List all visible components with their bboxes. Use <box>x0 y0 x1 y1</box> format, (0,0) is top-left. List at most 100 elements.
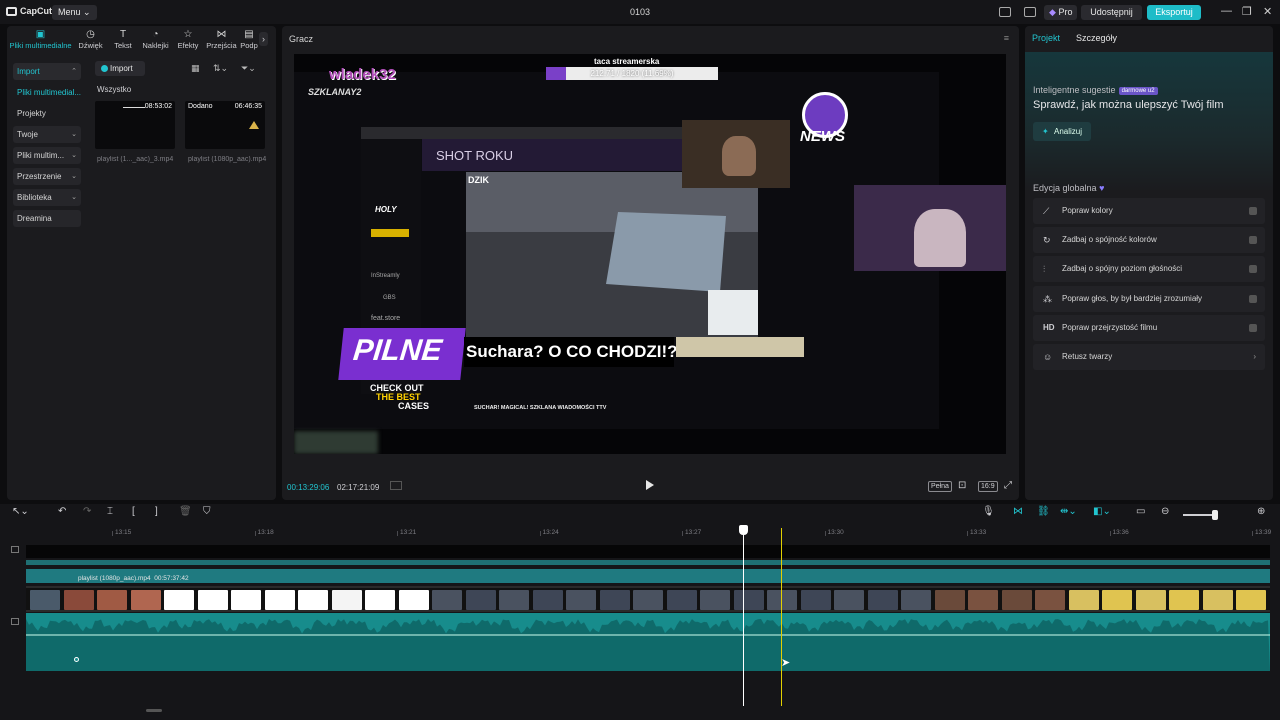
filter-icon[interactable]: ⏷⌄ <box>241 63 256 74</box>
thumbnail-preview <box>123 107 145 108</box>
microphone-icon[interactable]: 🎙 <box>982 506 995 517</box>
toggle[interactable] <box>1249 207 1257 215</box>
video-frame-thumbnail <box>1035 590 1065 610</box>
trim-left-icon[interactable]: [ <box>132 506 135 517</box>
analyze-button[interactable]: ✦ Analizuj <box>1033 122 1091 141</box>
free-badge: darmowe u2 <box>1118 86 1158 95</box>
timeline-scrollbar[interactable] <box>146 709 162 712</box>
video-frame-thumbnail <box>1001 590 1032 610</box>
video-frame-thumbnail <box>231 590 261 610</box>
global-edit-item[interactable]: HD Popraw przejrzystość filmu <box>1033 315 1265 341</box>
menu-button[interactable]: Menu ⌄ <box>52 5 97 20</box>
transitions-icon: ⋈ <box>216 29 227 40</box>
share-label: Udostępnij <box>1090 7 1133 17</box>
timecode-toggle-icon[interactable] <box>390 481 402 490</box>
media-thumbnail[interactable]: 08:53:02 <box>95 101 175 149</box>
share-button[interactable]: Udostępnij <box>1081 5 1142 20</box>
video-preview[interactable]: wladek32 taca streamerska 212.71 / 1820 … <box>294 54 1006 454</box>
tab-effects[interactable]: ☆ Efekty <box>172 26 204 54</box>
caption-track-icon[interactable]: ▭ <box>1136 506 1145 517</box>
media-thumbnail[interactable]: Dodano 06:46:35 <box>185 101 265 149</box>
playhead[interactable] <box>743 530 744 706</box>
tab-transitions-label: Przejścia <box>206 41 237 50</box>
toggle[interactable] <box>1249 236 1257 244</box>
sidebar-item-media[interactable]: Pliki multimedial... <box>13 84 81 101</box>
tab-details[interactable]: Szczegóły <box>1076 33 1117 43</box>
audio-waveform <box>26 619 1270 671</box>
tabs-scroll-right[interactable]: › <box>259 32 268 46</box>
grid-view-icon[interactable]: ▦ <box>191 63 200 74</box>
global-edit-item[interactable]: ⫶ Zadbaj o spójny poziom głośności <box>1033 256 1265 282</box>
shortcuts-icon[interactable] <box>1024 7 1036 17</box>
maximize-icon[interactable]: ❐ <box>1242 5 1252 18</box>
sidebar-item-library[interactable]: Biblioteka ⌄ <box>13 189 81 206</box>
playhead-handle[interactable] <box>739 525 748 535</box>
overlay-track[interactable] <box>26 569 1270 583</box>
sidebar-item-media-files[interactable]: Pliki multim... ⌄ <box>13 147 81 164</box>
toggle[interactable] <box>1249 324 1257 332</box>
tab-transitions[interactable]: ⋈ Przejścia <box>204 26 239 54</box>
donation-progress-text: 212.71 / 1820 (11.69%) <box>590 69 674 78</box>
toggle[interactable] <box>1249 295 1257 303</box>
shield-icon[interactable]: ⛉ <box>203 506 211 517</box>
magnet-icon[interactable]: ⋈ <box>1013 506 1023 517</box>
sidebar-item-compound[interactable]: Projekty cząstko... <box>13 105 81 135</box>
pro-button[interactable]: ◆ Pro <box>1044 5 1078 20</box>
tab-text[interactable]: T Tekst <box>107 26 139 54</box>
snapshot-icon[interactable]: ⊡ <box>958 480 966 491</box>
play-button[interactable] <box>646 480 654 490</box>
video-frame-thumbnail <box>499 590 529 610</box>
snap-icon[interactable]: ◧⌄ <box>1093 506 1111 517</box>
undo-icon[interactable]: ↶ <box>58 506 66 517</box>
shot-roku-banner: SHOT ROKU <box>422 139 682 171</box>
global-edit-item[interactable]: ⁂ Popraw głos, by był bardziej zrozumiały <box>1033 286 1265 312</box>
layout-icon[interactable] <box>999 7 1011 17</box>
trim-right-icon[interactable]: ] <box>155 506 158 517</box>
tab-audio[interactable]: ◷ Dźwięk <box>74 26 107 54</box>
split-icon[interactable]: ⌶ <box>107 506 113 517</box>
audio-track[interactable] <box>26 613 1270 671</box>
preview-axis-icon[interactable]: ⇹⌄ <box>1060 506 1077 517</box>
webcam-right <box>854 185 1006 271</box>
tab-media[interactable]: ▣ Pliki multimedialne <box>7 26 74 54</box>
zoom-in-icon[interactable]: ⊕ <box>1257 506 1265 517</box>
waveform-path <box>26 619 1270 671</box>
zoom-slider-knob[interactable] <box>1212 510 1218 520</box>
sidebar-item-yours[interactable]: Twoje ⌄ <box>13 126 81 143</box>
global-edit-item[interactable]: ⟋ Popraw kolory <box>1033 198 1265 224</box>
fullscreen-icon[interactable]: ⤢ <box>1004 480 1012 491</box>
top-track[interactable] <box>26 545 1270 558</box>
delete-icon[interactable]: 🗑 <box>179 506 192 517</box>
sidebar-item-import[interactable]: Import ⌃ <box>13 63 81 80</box>
car-video-window <box>606 212 726 292</box>
zoom-out-icon[interactable]: ⊖ <box>1161 506 1169 517</box>
redo-icon[interactable]: ↷ <box>83 506 91 517</box>
sidebar-item-dreamina[interactable]: Dreamina <box>13 210 81 227</box>
keyframe-handle[interactable] <box>74 657 79 662</box>
track-lock-icon[interactable] <box>11 546 19 553</box>
toggle[interactable] <box>1249 265 1257 273</box>
sidebar-item-spaces[interactable]: Przestrzenie ⌄ <box>13 168 81 185</box>
tab-stickers[interactable]: ◔ Naklejki <box>139 26 172 54</box>
global-edit-item[interactable]: ☺ Retusz twarzy › <box>1033 344 1265 370</box>
global-edit-item[interactable]: ↻ Zadbaj o spójność kolorów <box>1033 227 1265 253</box>
audio-track-icon[interactable] <box>11 618 19 625</box>
import-button[interactable]: Import <box>95 61 145 76</box>
link-icon[interactable]: ⛓ <box>1037 506 1050 517</box>
player-menu-icon[interactable]: ≡ <box>1004 33 1009 43</box>
minimize-icon[interactable]: — <box>1221 5 1232 17</box>
media-sidebar: Import ⌃ Pliki multimedial... Projekty cz… <box>13 63 81 231</box>
suggestions-subtitle: Sprawdź, jak można ulepszyć Twój film <box>1033 99 1224 111</box>
effect-track[interactable] <box>26 560 1270 565</box>
select-tool-icon[interactable]: ↖⌄ <box>12 506 29 517</box>
global-edit-title: Edycja globalna ♥ <box>1033 183 1104 193</box>
sort-icon[interactable]: ⇅⌄ <box>213 63 228 74</box>
tab-captions[interactable]: ▤ Podp <box>239 26 259 54</box>
tab-project[interactable]: Projekt <box>1032 33 1060 43</box>
aspect-ratio-button[interactable]: 16:9 <box>978 481 998 492</box>
fullscreen-quality-button[interactable]: Pełna <box>928 481 952 492</box>
export-button[interactable]: Eksportuj <box>1147 5 1201 20</box>
pilne-text: PILNE <box>351 334 444 367</box>
close-icon[interactable]: ✕ <box>1263 5 1272 18</box>
video-track[interactable] <box>26 586 1270 612</box>
